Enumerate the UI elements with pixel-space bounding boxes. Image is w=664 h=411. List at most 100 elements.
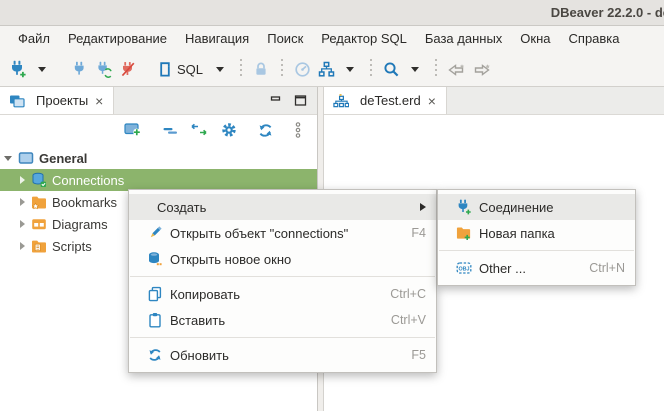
menu-window[interactable]: Окна bbox=[511, 26, 559, 52]
close-icon[interactable]: × bbox=[427, 94, 437, 108]
caret-right-icon[interactable] bbox=[20, 176, 25, 184]
toolbar-separator bbox=[239, 59, 242, 79]
menu-help[interactable]: Справка bbox=[560, 26, 629, 52]
project-icon bbox=[18, 150, 34, 166]
new-connection-button[interactable] bbox=[6, 56, 30, 82]
menu-item-open-new-window[interactable]: Открыть новое окно bbox=[129, 246, 436, 272]
menu-search[interactable]: Поиск bbox=[258, 26, 312, 52]
menu-sql-editor[interactable]: Редактор SQL bbox=[312, 26, 416, 52]
projects-panel-toolbar bbox=[0, 115, 317, 145]
disconnect-button[interactable] bbox=[116, 56, 140, 82]
panel-window-controls bbox=[270, 87, 317, 114]
dashboard-button[interactable] bbox=[290, 56, 314, 82]
connect-button[interactable] bbox=[68, 56, 92, 82]
forward-button[interactable] bbox=[469, 56, 494, 82]
search-dropdown[interactable] bbox=[403, 56, 427, 82]
back-icon bbox=[447, 61, 466, 78]
toolbar-separator bbox=[280, 59, 283, 79]
search-icon bbox=[383, 61, 400, 78]
tree-label: Scripts bbox=[52, 239, 92, 254]
transfer-button[interactable] bbox=[314, 56, 338, 82]
new-connection-icon bbox=[456, 199, 472, 215]
scripts-folder-icon bbox=[31, 238, 47, 254]
projects-tab-label: Проекты bbox=[36, 93, 88, 108]
toolbar-separator bbox=[434, 59, 437, 79]
create-submenu: Соединение Новая папка OBJ Other ... Ctr… bbox=[437, 189, 636, 286]
bookmarks-folder-icon bbox=[31, 194, 47, 210]
menu-item-refresh[interactable]: Обновить F5 bbox=[129, 342, 436, 368]
search-button[interactable] bbox=[379, 56, 403, 82]
tree-label: Bookmarks bbox=[52, 195, 117, 210]
menu-file[interactable]: Файл bbox=[9, 26, 59, 52]
forward-icon bbox=[472, 61, 491, 78]
dropdown-arrow-icon bbox=[216, 67, 224, 72]
new-project-icon[interactable] bbox=[123, 121, 143, 139]
sql-editor-icon bbox=[157, 61, 173, 78]
transfer-icon bbox=[318, 61, 335, 78]
submenu-item-new-folder[interactable]: Новая папка bbox=[438, 220, 635, 246]
sql-editor-button[interactable]: SQL bbox=[154, 56, 208, 82]
menu-edit[interactable]: Редактирование bbox=[59, 26, 176, 52]
menu-separator bbox=[439, 250, 634, 251]
caret-right-icon[interactable] bbox=[20, 198, 25, 206]
submenu-item-other[interactable]: OBJ Other ... Ctrl+N bbox=[438, 255, 635, 281]
new-folder-icon bbox=[456, 225, 472, 241]
connect-icon bbox=[72, 61, 88, 77]
back-button[interactable] bbox=[444, 56, 469, 82]
menu-database[interactable]: База данных bbox=[416, 26, 511, 52]
settings-gear-icon[interactable] bbox=[220, 121, 238, 139]
editor-tab-label: deTest.erd bbox=[360, 93, 421, 108]
editor-tabstrip: deTest.erd × bbox=[324, 87, 664, 115]
link-editor-icon[interactable] bbox=[189, 122, 209, 138]
dropdown-arrow-icon bbox=[346, 67, 354, 72]
caret-down-icon[interactable] bbox=[4, 156, 12, 161]
projects-tabstrip: Проекты × bbox=[0, 87, 317, 115]
tree-label: Diagrams bbox=[52, 217, 108, 232]
menu-item-copy[interactable]: Копировать Ctrl+C bbox=[129, 281, 436, 307]
tree-label: General bbox=[39, 151, 87, 166]
caret-right-icon[interactable] bbox=[20, 220, 25, 228]
collapse-all-icon[interactable] bbox=[162, 122, 178, 138]
close-icon[interactable]: × bbox=[94, 94, 104, 108]
submenu-item-connection[interactable]: Соединение bbox=[438, 194, 635, 220]
database-icon bbox=[147, 251, 163, 267]
reconnect-button[interactable] bbox=[92, 56, 116, 82]
dbeaver-window: DBeaver 22.2.0 - de Файл Редактирование … bbox=[0, 0, 664, 411]
titlebar: DBeaver 22.2.0 - de bbox=[0, 0, 664, 26]
context-menu: Создать Открыть объект "connections" F4 bbox=[128, 189, 437, 373]
maximize-panel-icon[interactable] bbox=[294, 94, 307, 107]
dropdown-arrow-icon bbox=[38, 67, 46, 72]
toolbar-separator bbox=[369, 59, 372, 79]
main-toolbar: SQL bbox=[0, 52, 664, 87]
sql-editor-dropdown[interactable] bbox=[208, 56, 232, 82]
disconnect-icon bbox=[120, 61, 137, 78]
object-icon: OBJ bbox=[456, 260, 472, 276]
svg-text:OBJ: OBJ bbox=[458, 266, 469, 272]
menu-separator bbox=[130, 276, 435, 277]
menu-item-paste[interactable]: Вставить Ctrl+V bbox=[129, 307, 436, 333]
tree-item-general[interactable]: General bbox=[0, 147, 317, 169]
minimize-panel-icon[interactable] bbox=[270, 95, 282, 107]
kebab-menu-icon[interactable] bbox=[293, 121, 303, 139]
sql-label: SQL bbox=[177, 62, 203, 77]
menubar: Файл Редактирование Навигация Поиск Реда… bbox=[0, 26, 664, 52]
projects-icon bbox=[9, 93, 25, 109]
tab-detest-erd[interactable]: deTest.erd × bbox=[324, 87, 447, 114]
menu-item-create[interactable]: Создать bbox=[129, 194, 436, 220]
lock-button[interactable] bbox=[249, 56, 273, 82]
menu-item-open-object[interactable]: Открыть объект "connections" F4 bbox=[129, 220, 436, 246]
copy-icon bbox=[147, 286, 163, 302]
diagrams-icon bbox=[31, 216, 47, 232]
tab-projects[interactable]: Проекты × bbox=[0, 87, 114, 114]
tree-item-connections[interactable]: Connections bbox=[0, 169, 317, 191]
pencil-icon bbox=[147, 225, 163, 241]
menu-navigation[interactable]: Навигация bbox=[176, 26, 258, 52]
window-title: DBeaver 22.2.0 - de bbox=[551, 5, 664, 20]
menu-separator bbox=[130, 337, 435, 338]
caret-right-icon[interactable] bbox=[20, 242, 25, 250]
refresh-icon[interactable] bbox=[257, 122, 274, 139]
new-connection-dropdown[interactable] bbox=[30, 56, 54, 82]
paste-icon bbox=[147, 312, 163, 328]
transfer-dropdown[interactable] bbox=[338, 56, 362, 82]
lock-icon bbox=[253, 61, 269, 77]
